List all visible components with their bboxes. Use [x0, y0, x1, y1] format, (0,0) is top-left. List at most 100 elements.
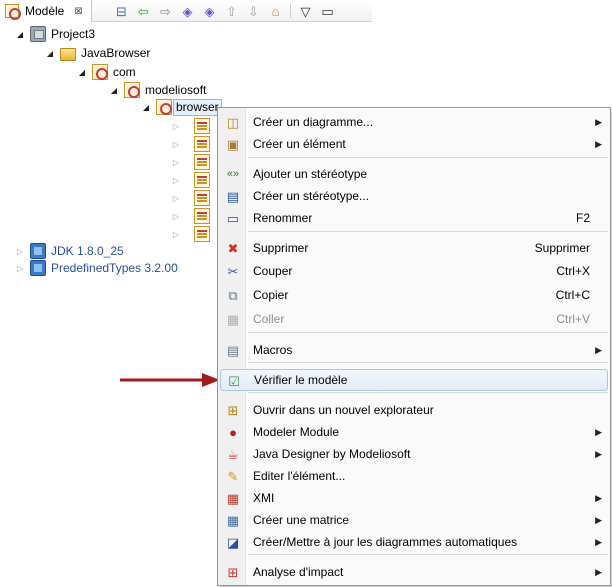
- class-icon: [194, 172, 210, 188]
- tree-node-class[interactable]: ▷: [170, 206, 215, 226]
- menu-item-new-explorer[interactable]: ⊞ Ouvrir dans un nouvel explorateur: [220, 399, 608, 421]
- forward-icon[interactable]: ⇨: [156, 2, 175, 20]
- down-icon[interactable]: ⇩: [244, 2, 263, 20]
- java-designer-icon: ☕: [227, 446, 239, 462]
- close-icon[interactable]: ⊠: [74, 6, 82, 17]
- edit-element-icon: ✎: [227, 468, 239, 484]
- link-editor-icon[interactable]: ◈: [178, 2, 197, 20]
- tree-node-class[interactable]: ▷: [170, 116, 215, 136]
- expand-toggle-icon[interactable]: ▷: [170, 194, 182, 203]
- view-toolbar: ⊟ ⇦ ⇨ ◈ ◈ ⇧ ⇩ ⌂ ▽ ▭: [112, 2, 337, 20]
- tree-node-com[interactable]: ◢ com: [76, 62, 136, 82]
- menu-item-stereotype-add[interactable]: «» Ajouter un stéréotype: [220, 163, 608, 185]
- menu-item-label: Créer une matrice: [253, 513, 350, 527]
- minimize-icon[interactable]: ▭: [318, 2, 337, 20]
- expand-toggle-icon[interactable]: ▷: [14, 247, 26, 256]
- diagram-icon: ◫: [226, 114, 240, 130]
- menu-item-label: Coller: [253, 312, 285, 326]
- submenu-arrow-icon: ▶: [595, 344, 602, 355]
- library-icon: [30, 260, 46, 276]
- menu-item-label: Modeler Module: [253, 425, 340, 439]
- menu-item-check-model[interactable]: ☑ Vérifier le modèle: [220, 369, 608, 391]
- expand-toggle-icon[interactable]: ▷: [14, 264, 26, 273]
- tree-node-label: com: [113, 65, 136, 79]
- menu-separator: [248, 554, 608, 555]
- menu-item-shortcut: Ctrl+C: [555, 288, 590, 302]
- menu-item-copy[interactable]: ⧉ Copier Ctrl+C: [220, 284, 608, 306]
- expand-toggle-icon[interactable]: ◢: [44, 49, 56, 58]
- menu-item-java-designer[interactable]: ☕ Java Designer by Modeliosoft ▶: [220, 443, 608, 465]
- home-icon[interactable]: ⌂: [266, 2, 285, 20]
- menu-item-edit-element[interactable]: ✎ Editer l'élément...: [220, 465, 608, 487]
- collapse-all-icon[interactable]: ⊟: [112, 2, 131, 20]
- menu-item-auto-diagrams[interactable]: ◪ Créer/Mettre à jour les diagrammes auto…: [220, 531, 608, 553]
- tree-node-class[interactable]: ▷: [170, 188, 215, 208]
- view-tab-bar: Modèle ⊠ ⊟ ⇦ ⇨ ◈ ◈ ⇧ ⇩ ⌂ ▽ ▭: [0, 0, 372, 22]
- class-icon: [194, 190, 210, 206]
- tree-node-class[interactable]: ▷: [170, 152, 215, 172]
- tree-node-predefinedtypes[interactable]: ▷ PredefinedTypes 3.2.00: [14, 258, 178, 278]
- menu-item-matrix[interactable]: ▦ Créer une matrice ▶: [220, 509, 608, 531]
- menu-item-macros[interactable]: ▤ Macros ▶: [220, 339, 608, 361]
- tab-modele[interactable]: Modèle ⊠: [0, 0, 92, 22]
- menu-separator: [248, 332, 608, 333]
- class-icon: [194, 118, 210, 134]
- expand-toggle-icon[interactable]: ▷: [170, 158, 182, 167]
- menu-item-shortcut: Ctrl+V: [556, 312, 590, 326]
- menu-item-paste[interactable]: ▦ Coller Ctrl+V: [220, 308, 608, 330]
- copy-icon: ⧉: [228, 287, 238, 303]
- view-menu-icon[interactable]: ▽: [296, 2, 315, 20]
- expand-toggle-icon[interactable]: ▷: [170, 230, 182, 239]
- expand-toggle-icon[interactable]: ▷: [170, 212, 182, 221]
- modeler-module-icon: ●: [229, 424, 237, 440]
- up-icon[interactable]: ⇧: [222, 2, 241, 20]
- expand-toggle-icon[interactable]: ◢: [108, 86, 120, 95]
- menu-item-element[interactable]: ▣ Créer un élément ▶: [220, 133, 608, 155]
- package-icon: [124, 82, 140, 98]
- submenu-arrow-icon: ▶: [595, 116, 602, 127]
- tree-node-browser[interactable]: ◢ browser: [140, 97, 222, 117]
- submenu-arrow-icon: ▶: [595, 514, 602, 525]
- expand-toggle-icon[interactable]: ◢: [76, 68, 88, 77]
- menu-item-label: Créer un diagramme...: [253, 115, 374, 129]
- expand-toggle-icon[interactable]: ▷: [170, 122, 182, 131]
- menu-item-label: Copier: [253, 288, 289, 302]
- tree-node-project3[interactable]: ◢ Project3: [14, 24, 95, 44]
- expand-toggle-icon[interactable]: ◢: [14, 30, 26, 39]
- package-icon: [92, 64, 108, 80]
- menu-separator: [248, 392, 608, 393]
- menu-item-diagram[interactable]: ◫ Créer un diagramme... ▶: [220, 111, 608, 133]
- expand-toggle-icon[interactable]: ◢: [140, 103, 152, 112]
- menu-item-delete[interactable]: ✖ Supprimer Supprimer: [220, 237, 608, 259]
- tree-node-label: modeliosoft: [145, 83, 207, 97]
- macros-icon: ▤: [226, 342, 240, 358]
- menu-item-shortcut: F2: [575, 211, 590, 225]
- delete-icon: ✖: [227, 240, 239, 256]
- tree-node-class[interactable]: ▷: [170, 224, 215, 244]
- check-model-icon: ☑: [228, 373, 240, 389]
- tree-node-class[interactable]: ▷: [170, 134, 215, 154]
- menu-item-shortcut: Supprimer: [534, 241, 590, 255]
- new-explorer-icon: ⊞: [227, 402, 239, 418]
- expand-toggle-icon[interactable]: ▷: [170, 176, 182, 185]
- context-menu: ◫ Créer un diagramme... ▶ ▣ Créer un élément…: [217, 107, 611, 586]
- tree-node-label: PredefinedTypes 3.2.00: [51, 261, 178, 275]
- sync-icon[interactable]: ◈: [200, 2, 219, 20]
- menu-item-label: Créer/Mettre à jour les diagrammes autom…: [253, 535, 518, 549]
- tree-node-javabrowser[interactable]: ◢ JavaBrowser: [44, 43, 150, 63]
- menu-item-modeler-module[interactable]: ● Modeler Module ▶: [220, 421, 608, 443]
- menu-item-stereotype-create[interactable]: ▤ Créer un stéréotype...: [220, 185, 608, 207]
- menu-item-cut[interactable]: ✂ Couper Ctrl+X: [220, 260, 608, 282]
- menu-item-impact-analysis[interactable]: ⊞ Analyse d'impact ▶: [220, 561, 608, 583]
- back-icon[interactable]: ⇦: [134, 2, 153, 20]
- expand-toggle-icon[interactable]: ▷: [170, 140, 182, 149]
- menu-item-label: Supprimer: [253, 241, 309, 255]
- class-icon: [194, 136, 210, 152]
- menu-item-rename[interactable]: ▭ Renommer F2: [220, 207, 608, 229]
- menu-separator: [248, 362, 608, 363]
- menu-item-xmi[interactable]: ▦ XMI ▶: [220, 487, 608, 509]
- menu-separator: [248, 231, 608, 232]
- tab-label: Modèle: [25, 4, 65, 18]
- tree-node-class[interactable]: ▷: [170, 170, 215, 190]
- menu-item-label: Créer un élément: [253, 137, 346, 151]
